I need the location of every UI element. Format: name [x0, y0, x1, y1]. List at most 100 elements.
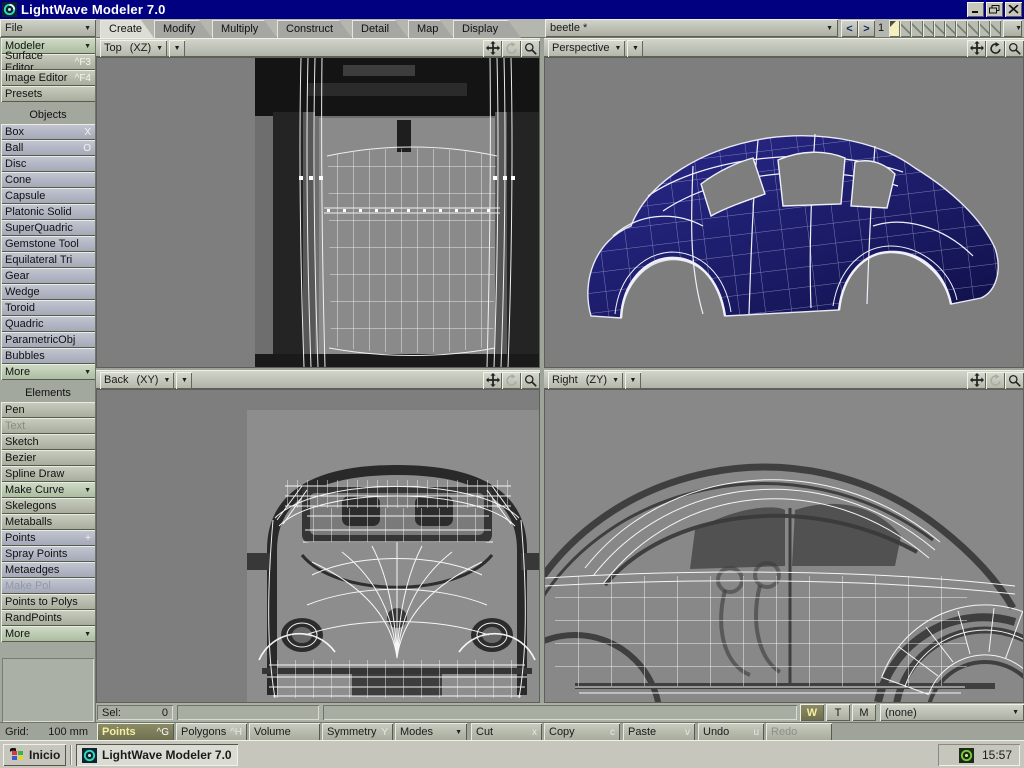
layer-cell-7[interactable]: [956, 20, 967, 37]
sidebar-item-capsule[interactable]: Capsule: [1, 188, 95, 204]
sidebar-item-bubbles[interactable]: Bubbles: [1, 348, 95, 364]
window-title: LightWave Modeler 7.0: [21, 2, 166, 17]
sidebar-item-surface-editor[interactable]: Surface Editor^F3: [1, 54, 95, 70]
layer-cell-3[interactable]: [911, 20, 922, 37]
tab-detail[interactable]: Detail: [352, 20, 408, 38]
sidebar-item-parametricobj[interactable]: ParametricObj: [1, 332, 95, 348]
minimize-button[interactable]: [967, 2, 984, 17]
viewport-perspective-canvas[interactable]: [544, 57, 1024, 368]
viewport-perspective-render-dropdown[interactable]: ▼: [627, 40, 643, 57]
viewport-right-render-dropdown[interactable]: ▼: [625, 372, 641, 389]
sidebar-item-points[interactable]: Points+: [1, 530, 95, 546]
layer-cell-2[interactable]: [900, 20, 911, 37]
object-selector[interactable]: beetle * ▼: [545, 19, 838, 37]
volume-mode-button[interactable]: Volume: [249, 723, 320, 741]
restore-button[interactable]: [986, 2, 1003, 17]
cut-button[interactable]: Cutx: [471, 723, 542, 741]
sidebar-item-toroid[interactable]: Toroid: [1, 300, 95, 316]
weight-mode-button[interactable]: W: [800, 704, 824, 721]
viewport-right-pan-button[interactable]: [967, 372, 986, 389]
viewport-back-zoom-button[interactable]: [521, 372, 540, 389]
sidebar-item-image-editor[interactable]: Image Editor^F4: [1, 70, 95, 86]
chevron-down-icon: ▼: [84, 369, 91, 376]
sidebar-item-presets[interactable]: Presets: [1, 86, 95, 102]
viewport-right-zoom-button[interactable]: [1005, 372, 1024, 389]
sidebar-item-wedge[interactable]: Wedge: [1, 284, 95, 300]
sidebar-item-elements-more[interactable]: More▼: [1, 626, 95, 642]
viewport-top-rotate-button: [502, 40, 521, 57]
points-mode-button[interactable]: Points^G: [97, 723, 174, 741]
sidebar-item-gemstone-tool[interactable]: Gemstone Tool: [1, 236, 95, 252]
viewport-right-canvas[interactable]: [544, 389, 1024, 703]
sidebar-item-sketch[interactable]: Sketch: [1, 434, 95, 450]
layer-cell-9[interactable]: [979, 20, 990, 37]
viewport-top-canvas[interactable]: [96, 57, 540, 368]
tab-multiply[interactable]: Multiply: [212, 20, 277, 38]
viewport-perspective-zoom-button[interactable]: [1005, 40, 1024, 57]
viewport-back-canvas[interactable]: [96, 389, 540, 703]
sidebar-item-metaballs[interactable]: Metaballs: [1, 514, 95, 530]
viewport-top-zoom-button[interactable]: [521, 40, 540, 57]
tray-hub-icon[interactable]: [959, 748, 974, 763]
layer-cell-10[interactable]: [990, 20, 1001, 37]
morph-mode-button[interactable]: M: [852, 704, 876, 721]
sidebar-item-box[interactable]: BoxX: [1, 124, 95, 140]
sidebar-item-bezier[interactable]: Bezier: [1, 450, 95, 466]
viewport-top-pan-button[interactable]: [483, 40, 502, 57]
viewport-right-type-button[interactable]: Right (ZY) ▼: [548, 372, 623, 389]
sidebar-item-cone[interactable]: Cone: [1, 172, 95, 188]
sidebar-item-objects-more[interactable]: More▼: [1, 364, 95, 380]
viewport-perspective-pan-button[interactable]: [967, 40, 986, 57]
viewport-right-rotate-button: [986, 372, 1005, 389]
viewport-top-render-dropdown[interactable]: ▼: [169, 40, 185, 57]
sidebar-item-points-to-polys[interactable]: Points to Polys: [1, 594, 95, 610]
viewport-back-pan-button[interactable]: [483, 372, 502, 389]
undo-button[interactable]: Undou: [698, 723, 764, 741]
sidebar-item-make-curve[interactable]: Make Curve▼: [1, 482, 95, 498]
tab-map[interactable]: Map: [408, 20, 453, 38]
sidebar-item-superquadric[interactable]: SuperQuadric: [1, 220, 95, 236]
layer-bank-dropdown[interactable]: ▼: [1003, 20, 1022, 37]
layer-cell-4[interactable]: [923, 20, 934, 37]
close-button[interactable]: [1005, 2, 1022, 17]
viewport-top-type-button[interactable]: Top (XZ) ▼: [100, 40, 167, 57]
sidebar-item-pen[interactable]: Pen: [1, 402, 95, 418]
next-object-button[interactable]: >: [858, 20, 875, 37]
sidebar-item-ball[interactable]: BallO: [1, 140, 95, 156]
tab-construct[interactable]: Construct: [277, 20, 352, 38]
sidebar-item-platonic-solid[interactable]: Platonic Solid: [1, 204, 95, 220]
tab-modify[interactable]: Modify: [154, 20, 212, 38]
texture-mode-button[interactable]: T: [826, 704, 850, 721]
file-menu-button[interactable]: File ▼: [0, 19, 96, 37]
viewport-perspective-rotate-button[interactable]: [986, 40, 1005, 57]
viewport-axes: (ZY): [586, 374, 607, 386]
prev-object-button[interactable]: <: [841, 20, 858, 37]
sidebar-item-metaedges[interactable]: Metaedges: [1, 562, 95, 578]
sidebar-item-randpoints[interactable]: RandPoints: [1, 610, 95, 626]
tab-display[interactable]: Display: [453, 20, 521, 38]
symmetry-button[interactable]: SymmetryY: [322, 723, 393, 741]
sidebar-item-equilateral-tri[interactable]: Equilateral Tri: [1, 252, 95, 268]
viewport-back-render-dropdown[interactable]: ▼: [176, 372, 192, 389]
sidebar-item-skelegons[interactable]: Skelegons: [1, 498, 95, 514]
sidebar-item-gear[interactable]: Gear: [1, 268, 95, 284]
viewport-perspective-type-button[interactable]: Perspective ▼: [548, 40, 625, 57]
sidebar-item-spline-draw[interactable]: Spline Draw: [1, 466, 95, 482]
zoom-icon: [524, 42, 537, 55]
tab-create[interactable]: Create: [100, 20, 154, 38]
layer-cell-5[interactable]: [934, 20, 945, 37]
sidebar-item-disc[interactable]: Disc: [1, 156, 95, 172]
paste-button[interactable]: Pastev: [623, 723, 695, 741]
sidebar-item-quadric[interactable]: Quadric: [1, 316, 95, 332]
sidebar-item-spray-points[interactable]: Spray Points: [1, 546, 95, 562]
taskbar-app-button[interactable]: LightWave Modeler 7.0: [76, 744, 238, 766]
layer-cell-8[interactable]: [967, 20, 978, 37]
copy-button[interactable]: Copyc: [544, 723, 620, 741]
viewport-back-type-button[interactable]: Back (XY) ▼: [100, 372, 174, 389]
start-button[interactable]: Inicio: [3, 744, 66, 766]
layer-cell-6[interactable]: [945, 20, 956, 37]
vertex-map-selector[interactable]: (none) ▼: [880, 704, 1024, 721]
layer-cell-1[interactable]: [889, 20, 900, 37]
modes-button[interactable]: Modes▼: [395, 723, 467, 741]
polygons-mode-button[interactable]: Polygons^H: [176, 723, 247, 741]
